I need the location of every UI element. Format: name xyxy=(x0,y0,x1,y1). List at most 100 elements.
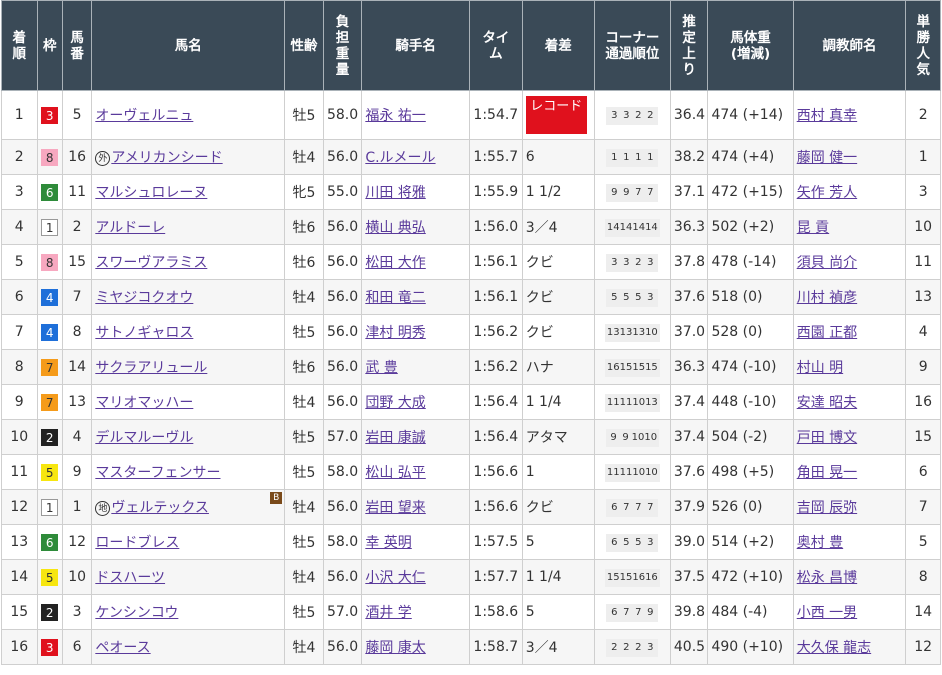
horse-name-link[interactable]: マスターフェンサー xyxy=(95,465,220,481)
jockey-link[interactable]: 団野 大成 xyxy=(365,395,425,411)
col-header-waku[interactable]: 枠 xyxy=(36,0,63,91)
jockey-link[interactable]: 松山 弘平 xyxy=(365,465,425,481)
jockey-link[interactable]: 武 豊 xyxy=(365,360,397,376)
trainer-link[interactable]: 戸田 博文 xyxy=(797,430,857,446)
table-row: 15 2 3 ケンシンコウ 牡5 57.0 酒井 学 1:58.6 5 6779… xyxy=(1,594,941,630)
col-header-name[interactable]: 馬名 xyxy=(91,0,286,91)
horse-name-link[interactable]: オーヴェルニュ xyxy=(95,108,193,124)
sexage-cell: 牡4 xyxy=(284,279,324,315)
trainer-link[interactable]: 昆 貢 xyxy=(797,220,829,236)
jockey-link[interactable]: 幸 英明 xyxy=(365,535,411,551)
trainer-link[interactable]: 安達 昭夫 xyxy=(797,395,857,411)
horse-name-link[interactable]: ドスハーツ xyxy=(95,570,165,586)
corner-cell: 6553 xyxy=(593,524,671,560)
popularity-cell: 15 xyxy=(905,419,941,455)
umaban-cell: 4 xyxy=(61,419,93,455)
trainer-cell: 奥村 豊 xyxy=(792,524,907,560)
sexage-cell: 牡4 xyxy=(284,139,324,175)
jockey-link[interactable]: 岩田 康誠 xyxy=(365,430,425,446)
horse-name-link[interactable]: ケンシンコウ xyxy=(95,605,178,621)
horse-name-link[interactable]: ペオース xyxy=(95,640,150,656)
corner-positions: 11111013 xyxy=(604,393,660,412)
jockey-link[interactable]: 藤岡 康太 xyxy=(365,640,425,656)
table-row: 2 8 16 外アメリカンシード 牡4 56.0 C.ルメール 1:55.7 6… xyxy=(1,139,941,175)
jockey-link[interactable]: 川田 将雅 xyxy=(365,185,425,201)
corner-cell: 6779 xyxy=(593,594,671,630)
horse-name-link[interactable]: サクラアリュール xyxy=(95,360,207,376)
trainer-link[interactable]: 西園 正都 xyxy=(797,325,857,341)
trainer-link[interactable]: 川村 禎彦 xyxy=(797,290,857,306)
waku-badge: 3 xyxy=(41,106,59,124)
trainer-link[interactable]: 西村 真幸 xyxy=(797,108,857,124)
table-row: 12 1 1 地ヴェルテックス B 牡4 56.0 岩田 望来 1:56.6 クビ… xyxy=(1,489,941,525)
horse-name-link[interactable]: マリオマッハー xyxy=(95,395,193,411)
rank-cell: 4 xyxy=(1,209,38,245)
horse-name-link[interactable]: サトノギャロス xyxy=(95,325,193,341)
bodyweight-cell: 526 (0) xyxy=(707,489,794,525)
jockey-link[interactable]: 小沢 大仁 xyxy=(365,570,425,586)
col-header-jockey[interactable]: 騎手名 xyxy=(361,0,470,91)
rank-cell: 7 xyxy=(1,314,38,350)
col-header-time[interactable]: タイム xyxy=(468,0,523,91)
horse-name-link[interactable]: ヴェルテックス xyxy=(111,500,209,516)
jockey-link[interactable]: 和田 竜二 xyxy=(365,290,425,306)
corner-positions: 6777 xyxy=(606,498,659,517)
waku-badge: 4 xyxy=(41,323,59,341)
corner-1: 13 xyxy=(606,326,620,338)
trainer-link[interactable]: 村山 明 xyxy=(797,360,843,376)
horse-name-link[interactable]: ミヤジコクオウ xyxy=(95,290,193,306)
corner-2: 5 xyxy=(623,536,630,548)
corner-positions: 9 9 1010 xyxy=(605,428,660,447)
trainer-link[interactable]: 小西 一男 xyxy=(797,605,857,621)
waku-badge: 6 xyxy=(41,533,59,551)
waku-cell: 8 xyxy=(36,244,63,280)
horse-name-link[interactable]: デルマルーヴル xyxy=(95,430,193,446)
last3f-cell: 37.4 xyxy=(669,419,709,455)
col-header-trainer[interactable]: 調教師名 xyxy=(792,0,907,91)
jockey-link[interactable]: 松田 大作 xyxy=(365,255,425,271)
jockey-link[interactable]: 横山 典弘 xyxy=(365,220,425,236)
jockey-link[interactable]: 酒井 学 xyxy=(365,605,411,621)
trainer-link[interactable]: 奥村 豊 xyxy=(797,535,843,551)
trainer-link[interactable]: 角田 晃一 xyxy=(797,465,857,481)
col-header-margin[interactable]: 着差 xyxy=(521,0,595,91)
horse-name-link[interactable]: マルシュロレーヌ xyxy=(95,185,207,201)
horse-name-link[interactable]: スワーヴアラミス xyxy=(95,255,207,271)
col-header-rank[interactable]: 着順 xyxy=(1,0,38,91)
col-header-weight[interactable]: 負担重量 xyxy=(322,0,363,91)
margin-cell: ハナ xyxy=(521,349,595,385)
horse-name-link[interactable]: ロードブレス xyxy=(95,535,179,551)
corner-4: 15 xyxy=(645,361,658,373)
trainer-link[interactable]: 藤岡 健一 xyxy=(797,150,857,166)
col-header-last3f[interactable]: 推定上り xyxy=(669,0,709,91)
col-header-sexage[interactable]: 性齢 xyxy=(284,0,324,91)
col-header-umaban[interactable]: 馬番 xyxy=(61,0,93,91)
horse-name-cell: 外アメリカンシード xyxy=(91,139,286,175)
trainer-cell: 西園 正都 xyxy=(792,314,907,350)
horse-name-cell: サトノギャロス xyxy=(91,314,286,350)
bodyweight-cell: 474 (-10) xyxy=(707,349,794,385)
table-row: 13 6 12 ロードブレス 牡5 58.0 幸 英明 1:57.5 5 655… xyxy=(1,524,941,560)
trainer-link[interactable]: 矢作 芳人 xyxy=(797,185,857,201)
corner-positions: 16151515 xyxy=(604,358,660,377)
corner-2: 2 xyxy=(623,641,630,653)
col-header-bodyweight[interactable]: 馬体重 (増減) xyxy=(707,0,794,91)
horse-name-link[interactable]: アメリカンシード xyxy=(111,150,222,166)
popularity-cell: 3 xyxy=(905,174,941,210)
col-header-corner[interactable]: コーナー 通過順位 xyxy=(593,0,671,91)
jockey-link[interactable]: 津村 明秀 xyxy=(365,325,425,341)
jockey-link[interactable]: C.ルメール xyxy=(365,150,435,166)
sexage-cell: 牡5 xyxy=(284,314,324,350)
corner-4: 10 xyxy=(645,326,658,338)
trainer-link[interactable]: 吉岡 辰弥 xyxy=(797,500,857,516)
trainer-link[interactable]: 須貝 尚介 xyxy=(797,255,857,271)
popularity-cell: 8 xyxy=(905,559,941,595)
col-header-popularity[interactable]: 単勝人気 xyxy=(905,0,941,91)
margin-text: 3／4 xyxy=(525,640,558,656)
trainer-link[interactable]: 大久保 龍志 xyxy=(797,640,871,656)
trainer-link[interactable]: 松永 昌博 xyxy=(797,570,857,586)
horse-name-link[interactable]: アルドーレ xyxy=(95,220,165,236)
jockey-link[interactable]: 岩田 望来 xyxy=(365,500,425,516)
jockey-link[interactable]: 福永 祐一 xyxy=(365,108,425,124)
horse-name-cell: アルドーレ xyxy=(91,209,286,245)
